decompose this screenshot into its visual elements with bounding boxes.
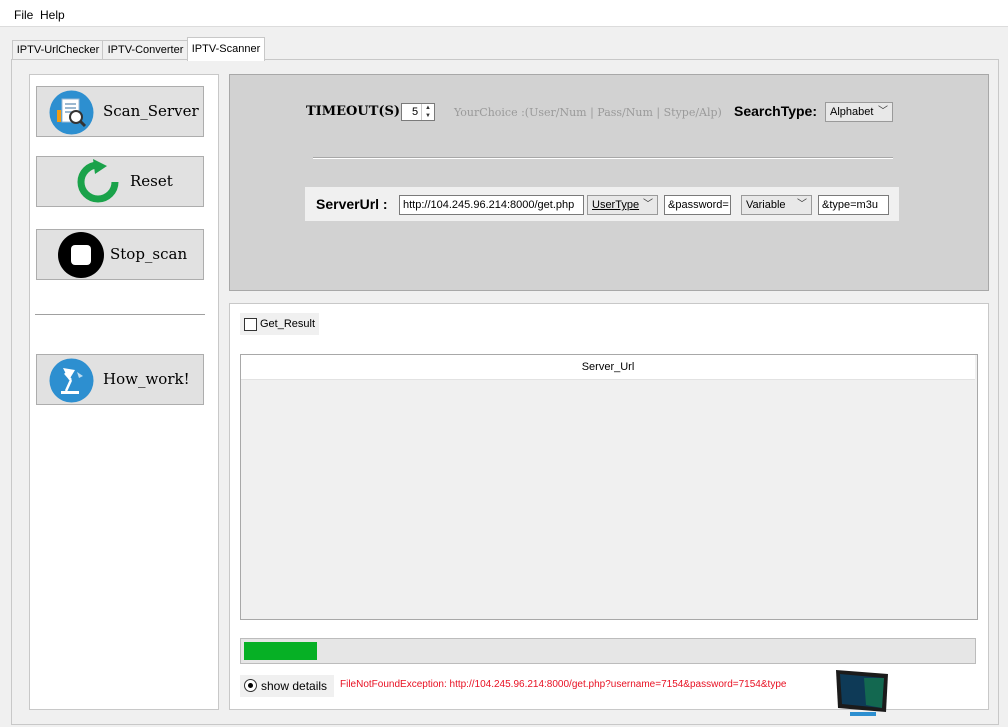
refresh-icon <box>73 159 123 205</box>
scan-document-icon <box>49 90 94 135</box>
show-details-label: show details <box>261 679 328 693</box>
radio-dot-icon <box>248 683 253 688</box>
how-work-button[interactable]: How_work! <box>36 354 204 405</box>
tab-iptv-urlchecker[interactable]: IPTV-UrlChecker <box>12 40 104 60</box>
stop-icon <box>57 231 105 279</box>
how-work-label: How_work! <box>103 370 190 388</box>
type-param-input[interactable]: &type=m3u <box>818 195 889 215</box>
timeout-label: TIMEOUT(S): <box>306 104 405 119</box>
chevron-down-icon: ﹀ <box>878 106 888 117</box>
scan-server-label: Scan_Server <box>103 102 199 120</box>
spinner-arrows-icon[interactable]: ▲ ▼ <box>421 104 434 120</box>
password-param-input[interactable]: &password= <box>664 195 731 215</box>
server-url-label: ServerUrl : <box>316 196 388 212</box>
get-result-checkbox-row[interactable]: Get_Result <box>240 313 319 335</box>
variable-value: Variable <box>746 199 786 211</box>
results-table[interactable]: Server_Url <box>240 354 978 620</box>
search-type-label: SearchType: <box>734 103 817 119</box>
search-type-value: Alphabet <box>830 106 874 118</box>
variable-select[interactable]: Variable ﹀ <box>741 195 812 215</box>
tab-iptv-scanner[interactable]: IPTV-Scanner <box>187 37 265 61</box>
menu-help[interactable]: Help <box>40 8 65 22</box>
chevron-down-icon: ﹀ <box>643 199 653 210</box>
menu-bar: File Help <box>0 0 1008 27</box>
user-type-select[interactable]: UserType ﹀ <box>587 195 658 215</box>
menu-file[interactable]: File <box>14 8 33 22</box>
lamp-icon <box>49 358 94 403</box>
chevron-down-icon: ﹀ <box>797 199 807 210</box>
tab-iptv-converter[interactable]: IPTV-Converter <box>102 40 189 60</box>
left-separator <box>35 314 205 315</box>
show-details-radio[interactable] <box>244 679 257 692</box>
stop-scan-button[interactable]: Stop_scan <box>36 229 204 280</box>
search-type-select[interactable]: Alphabet ﹀ <box>825 102 893 122</box>
reset-label: Reset <box>130 172 173 190</box>
reset-button[interactable]: Reset <box>36 156 204 207</box>
column-header-server-url[interactable]: Server_Url <box>241 355 975 380</box>
timeout-value: 5 <box>412 106 419 118</box>
server-url-input[interactable]: http://104.245.96.214:8000/get.php <box>399 195 584 215</box>
user-type-value: UserType <box>592 199 640 211</box>
get-result-checkbox[interactable] <box>244 318 257 331</box>
get-result-label: Get_Result <box>260 318 316 330</box>
show-details-radio-row[interactable]: show details <box>240 675 334 697</box>
stop-scan-label: Stop_scan <box>110 245 188 263</box>
error-message: FileNotFoundException: http://104.245.96… <box>340 679 787 690</box>
timeout-spinner[interactable]: 5 ▲ ▼ <box>401 103 435 121</box>
progress-fill <box>244 642 317 660</box>
scan-progress-bar <box>240 638 976 664</box>
settings-divider <box>313 158 893 159</box>
your-choice-hint: YourChoice :(User/Num | Pass/Num | Stype… <box>454 106 722 119</box>
monitor-watermark-icon <box>836 668 892 720</box>
scan-server-button[interactable]: Scan_Server <box>36 86 204 137</box>
